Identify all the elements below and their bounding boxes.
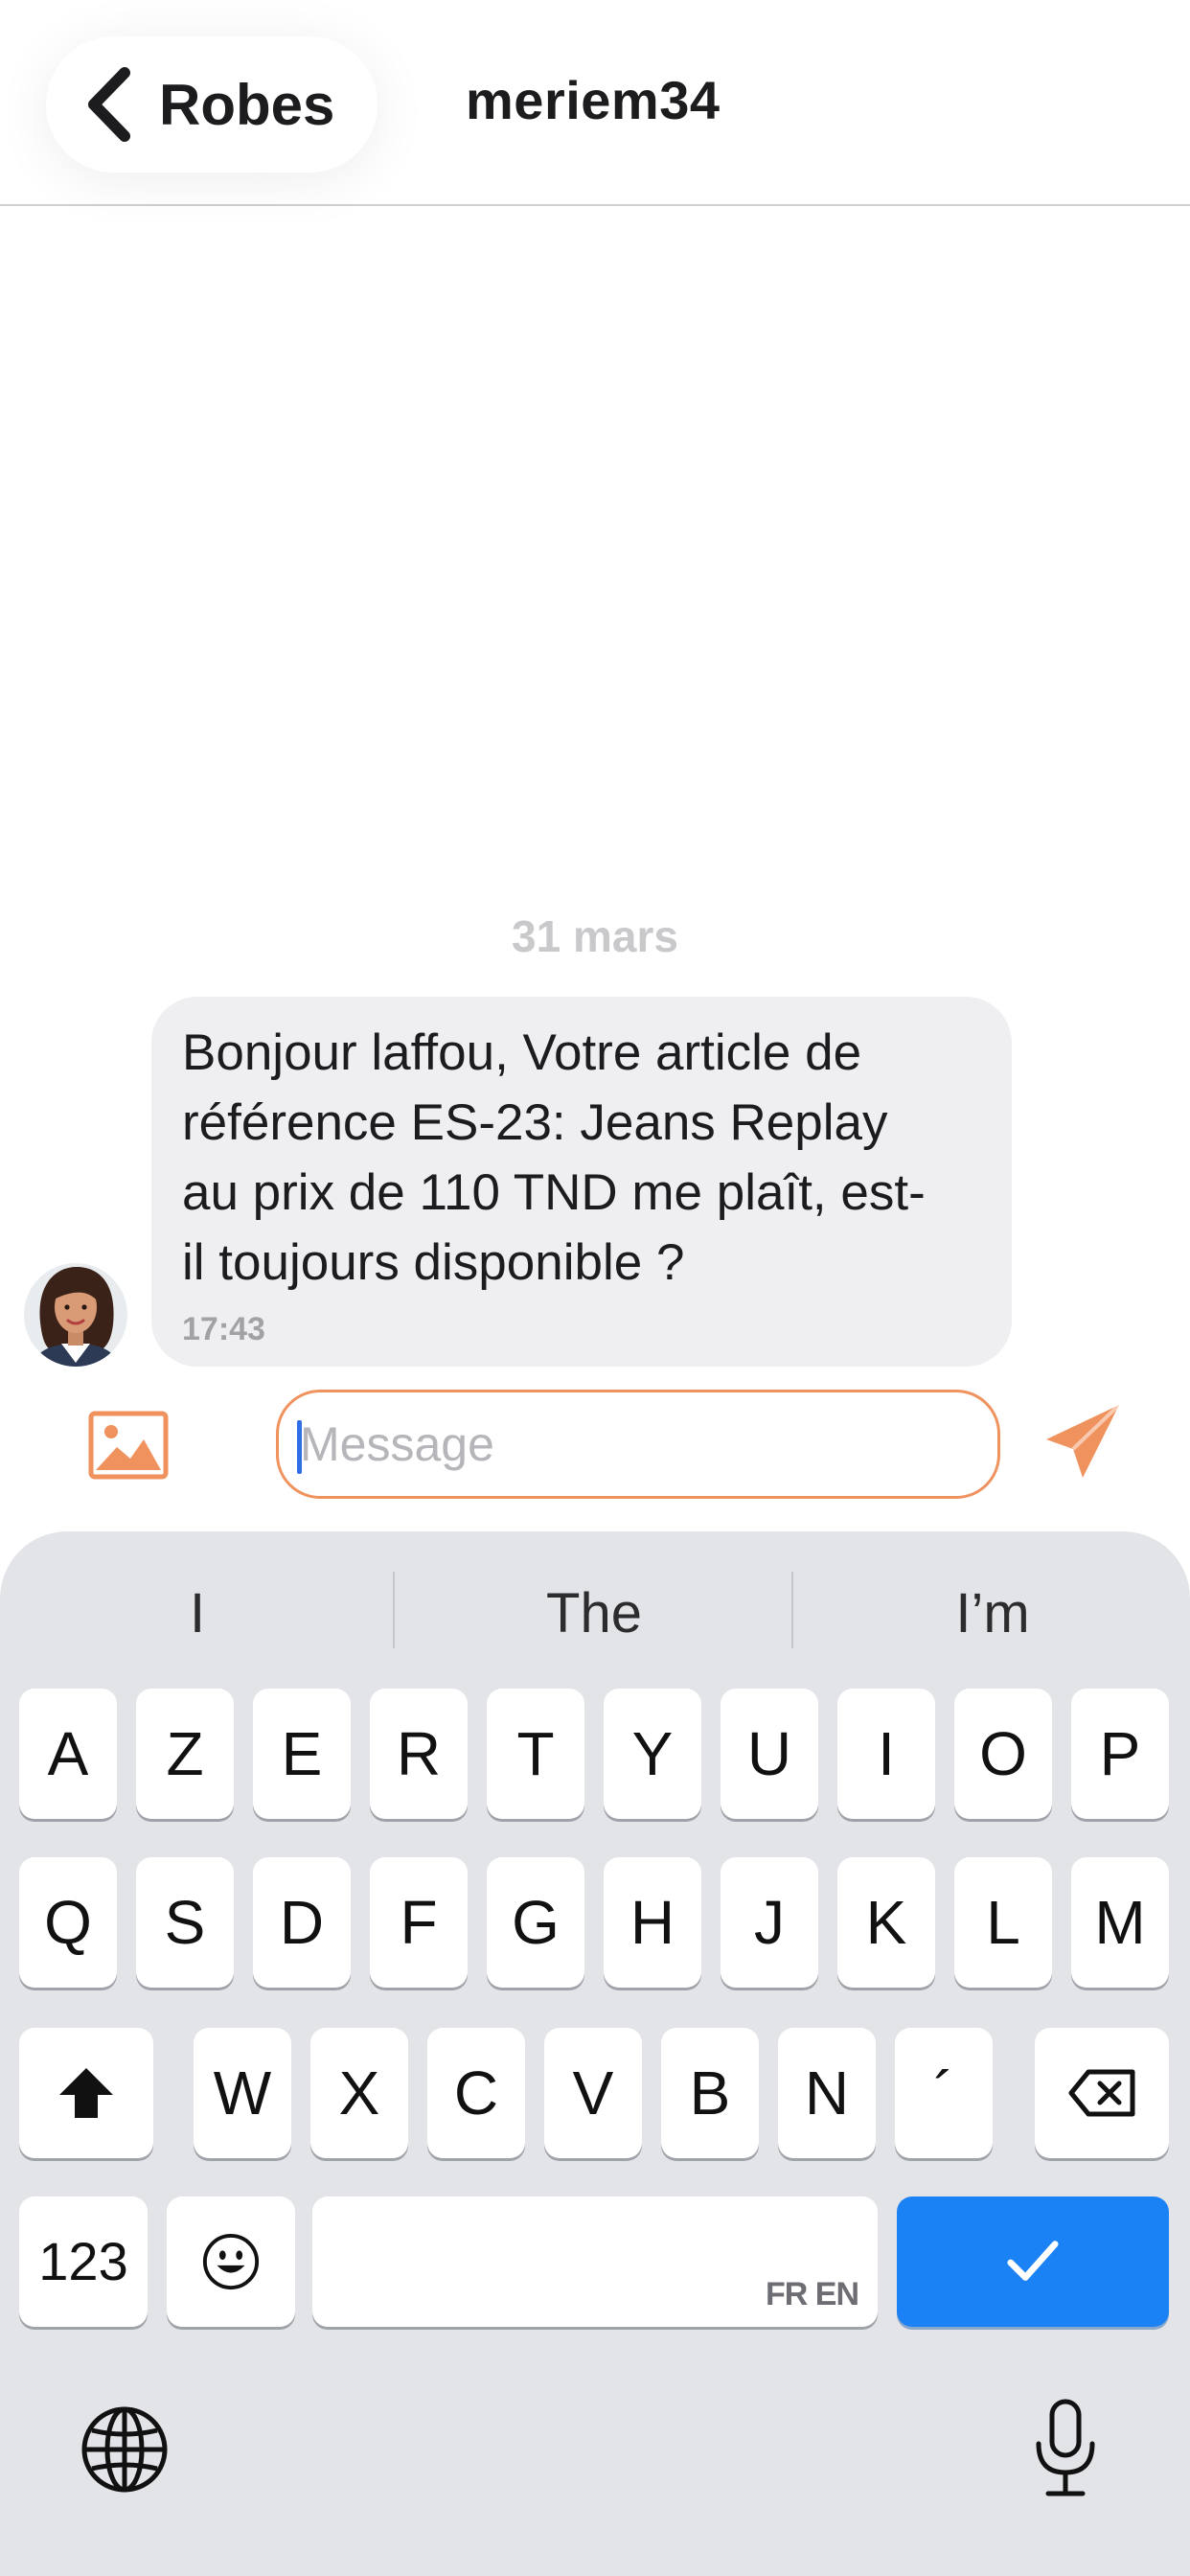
key-label: H xyxy=(629,1888,675,1957)
chevron-left-icon xyxy=(88,67,130,142)
key-label: L xyxy=(986,1888,1020,1957)
globe-icon xyxy=(81,2406,168,2493)
back-button-label: Robes xyxy=(159,72,335,137)
key-y[interactable]: Y xyxy=(604,1689,701,1819)
key-a[interactable]: A xyxy=(19,1689,117,1819)
key-label: M xyxy=(1094,1888,1146,1957)
key-g[interactable]: G xyxy=(487,1857,584,1988)
key-label: Q xyxy=(44,1888,92,1957)
key-u[interactable]: U xyxy=(721,1689,818,1819)
image-icon xyxy=(88,1411,169,1480)
key-label: W xyxy=(213,2058,272,2128)
key-b[interactable]: B xyxy=(661,2028,759,2158)
key-label: P xyxy=(1099,1719,1141,1788)
key-label: Z xyxy=(166,1719,204,1788)
shift-key[interactable] xyxy=(19,2028,153,2158)
key-label: E xyxy=(281,1719,323,1788)
space-language-label: FR EN xyxy=(766,2276,859,2312)
key-o[interactable]: O xyxy=(954,1689,1052,1819)
key-label: C xyxy=(453,2058,499,2128)
key-j[interactable]: J xyxy=(721,1857,818,1988)
message-line: au prix de 110 TND me plaît, est- xyxy=(182,1164,926,1221)
key-z[interactable]: Z xyxy=(136,1689,234,1819)
text-caret xyxy=(297,1420,302,1474)
message-line: Bonjour laffou, Votre article de xyxy=(182,1024,862,1081)
key-p[interactable]: P xyxy=(1071,1689,1169,1819)
suggestion-divider xyxy=(393,1572,395,1648)
microphone-icon xyxy=(1036,2399,1095,2496)
key-n[interactable]: N xyxy=(778,2028,876,2158)
key-r[interactable]: R xyxy=(370,1689,468,1819)
send-icon xyxy=(1046,1403,1121,1478)
key-x[interactable]: X xyxy=(310,2028,408,2158)
key-label: T xyxy=(516,1719,555,1788)
back-button[interactable]: Robes xyxy=(46,36,378,172)
attach-image-button[interactable] xyxy=(88,1411,169,1480)
key-l[interactable]: L xyxy=(954,1857,1052,1988)
delete-key[interactable] xyxy=(1035,2028,1169,2158)
key-label: N xyxy=(804,2058,850,2128)
key-i[interactable]: I xyxy=(837,1689,935,1819)
message-text: Bonjour laffou, Votre article de référen… xyxy=(182,1018,983,1298)
key-v[interactable]: V xyxy=(544,2028,642,2158)
key-label: O xyxy=(979,1719,1027,1788)
message-line: référence ES-23: Jeans Replay xyxy=(182,1094,888,1151)
globe-button[interactable] xyxy=(79,2404,171,2496)
checkmark-icon xyxy=(1007,2241,1059,2281)
key-label: 123 xyxy=(38,2231,128,2291)
key-c[interactable]: C xyxy=(427,2028,525,2158)
key-h[interactable]: H xyxy=(604,1857,701,1988)
keyboard: I The I’m A Z E R T Y U I O P Q S D F G … xyxy=(0,1531,1190,2576)
suggestion-3[interactable]: I’m xyxy=(795,1570,1190,1656)
return-key[interactable] xyxy=(897,2196,1169,2327)
key-label: J xyxy=(754,1888,785,1957)
key-label: I xyxy=(878,1719,895,1788)
numbers-key[interactable]: 123 xyxy=(19,2196,148,2327)
key-label: S xyxy=(164,1888,206,1957)
key-d[interactable]: D xyxy=(253,1857,351,1988)
message-line: il toujours disponible ? xyxy=(182,1234,685,1291)
key-s[interactable]: S xyxy=(136,1857,234,1988)
suggestion-2[interactable]: The xyxy=(397,1570,791,1656)
key-f[interactable]: F xyxy=(370,1857,468,1988)
key-label: G xyxy=(512,1888,560,1957)
avatar[interactable] xyxy=(23,1255,128,1370)
key-label: B xyxy=(689,2058,731,2128)
key-t[interactable]: T xyxy=(487,1689,584,1819)
key-label: X xyxy=(338,2058,380,2128)
key-acute[interactable]: ´ xyxy=(895,2028,993,2158)
send-button[interactable] xyxy=(1044,1401,1121,1482)
shift-icon xyxy=(59,2068,113,2118)
message-time: 17:43 xyxy=(182,1311,265,1347)
key-label: Y xyxy=(631,1719,674,1788)
key-label: K xyxy=(865,1888,907,1957)
key-label: ´ xyxy=(933,2058,954,2128)
key-label: V xyxy=(572,2058,614,2128)
suggestion-divider xyxy=(791,1572,793,1648)
suggestion-1[interactable]: I xyxy=(0,1570,395,1656)
key-label: R xyxy=(396,1719,442,1788)
page-title: meriem34 xyxy=(466,70,721,130)
date-separator: 31 mars xyxy=(512,911,678,961)
dictation-button[interactable] xyxy=(1029,2398,1102,2499)
key-m[interactable]: M xyxy=(1071,1857,1169,1988)
key-q[interactable]: Q xyxy=(19,1857,117,1988)
emoji-key[interactable] xyxy=(167,2196,295,2327)
emoji-icon xyxy=(202,2233,260,2290)
key-label: U xyxy=(746,1719,792,1788)
key-w[interactable]: W xyxy=(194,2028,291,2158)
backspace-icon xyxy=(1068,2069,1135,2117)
avatar-icon xyxy=(24,1263,127,1367)
key-label: F xyxy=(400,1888,438,1957)
key-label: D xyxy=(279,1888,325,1957)
message-input[interactable] xyxy=(276,1390,1000,1499)
key-e[interactable]: E xyxy=(253,1689,351,1819)
key-k[interactable]: K xyxy=(837,1857,935,1988)
message-bubble[interactable]: Bonjour laffou, Votre article de référen… xyxy=(151,997,1012,1367)
key-label: A xyxy=(47,1719,89,1788)
chat-header: Robes meriem34 xyxy=(0,0,1190,206)
space-key[interactable]: FR EN xyxy=(312,2196,878,2327)
